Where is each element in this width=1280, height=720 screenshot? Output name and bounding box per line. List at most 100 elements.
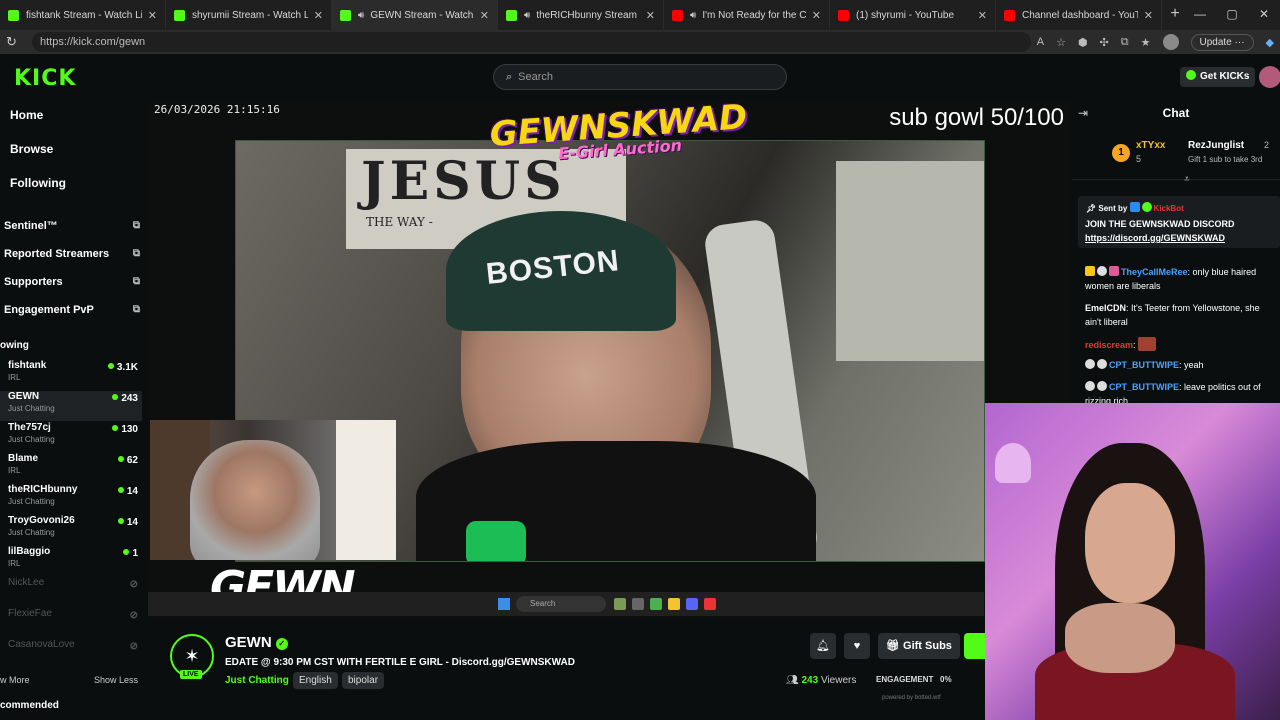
minimize-icon[interactable]: — bbox=[1184, 0, 1216, 30]
browser-tab[interactable]: (1) shyrumi - YouTube ✕ bbox=[830, 0, 996, 30]
stream-info-bar: ✶ LIVE GEWN ✓ EDATE @ 9:30 PM CST WITH FE… bbox=[148, 620, 988, 720]
favorites-icon[interactable]: ★ bbox=[1141, 36, 1151, 49]
close-tab-icon[interactable]: ✕ bbox=[812, 9, 821, 22]
pinned-link[interactable]: https://discord.gg/GEWNSKWAD bbox=[1085, 233, 1225, 243]
browser-tab[interactable]: 🔊︎ GEWN Stream - Watch Live on ✕ bbox=[332, 0, 498, 30]
url-field[interactable]: https://kick.com/gewn bbox=[32, 32, 1031, 52]
video-player[interactable]: 26/03/2026 21:15:16 sub gowl 50/100 JESU… bbox=[148, 97, 1070, 620]
show-less-button[interactable]: Show Less bbox=[94, 675, 138, 685]
user-avatar[interactable] bbox=[1259, 66, 1280, 88]
chat-username[interactable]: EmelCDN bbox=[1085, 303, 1126, 313]
sub-goal-text: sub gowl 50/100 bbox=[889, 104, 1064, 131]
sidebar-ext-reported[interactable]: Reported Streamers ⧉ bbox=[4, 248, 144, 260]
read-aloud-icon[interactable]: A bbox=[1037, 36, 1044, 48]
close-tab-icon[interactable]: ✕ bbox=[148, 9, 157, 22]
close-tab-icon[interactable]: ✕ bbox=[1144, 9, 1153, 22]
browser-tab[interactable]: 🔊︎ I'm Not Ready for the Change ✕ bbox=[664, 0, 830, 30]
channel-name[interactable]: GEWN ✓ bbox=[225, 634, 288, 651]
channel-name: NickLee bbox=[8, 577, 45, 588]
close-tab-icon[interactable]: ✕ bbox=[646, 9, 655, 22]
tab-title: Channel dashboard - YouTube Stu bbox=[1022, 9, 1138, 21]
taskbar-search-label: Search bbox=[530, 599, 556, 608]
browser-tab[interactable]: shyrumii Stream - Watch Live on K ✕ bbox=[166, 0, 332, 30]
gold-medal-icon: 1 bbox=[1112, 144, 1130, 162]
profile-avatar[interactable] bbox=[1162, 34, 1179, 50]
collections-icon[interactable]: ⧉ bbox=[1121, 36, 1129, 49]
notification-bell-icon[interactable]: 🔔︎ bbox=[810, 633, 836, 659]
category-link[interactable]: Just Chatting bbox=[225, 675, 289, 686]
sidebar-channel[interactable]: fishtank IRL 3.1K bbox=[0, 360, 142, 390]
chat-username[interactable]: CPT_BUTTWIPE bbox=[1109, 382, 1179, 392]
follow-heart-icon[interactable]: ♥ bbox=[844, 633, 870, 659]
sidebar-ext-supporters[interactable]: Supporters ⧉ bbox=[4, 276, 144, 288]
pinned-text: JOIN THE GEWNSKWAD DISCORD bbox=[1085, 219, 1235, 229]
chat-username[interactable]: TheyCallMeRee bbox=[1121, 267, 1188, 277]
sidebar-channel[interactable]: NickLee ⊘ bbox=[0, 577, 142, 607]
speaker-icon[interactable]: 🔊︎ bbox=[524, 10, 530, 21]
sidebar-channel[interactable]: CasanovaLove ⊘ bbox=[0, 639, 142, 669]
sidebar-channel[interactable]: FlexieFae ⊘ bbox=[0, 608, 142, 638]
update-button[interactable]: Update ··· bbox=[1190, 33, 1254, 51]
sidebar-channel[interactable]: GEWN Just Chatting 243 bbox=[0, 391, 142, 421]
close-tab-icon[interactable]: ✕ bbox=[978, 9, 987, 22]
browser-tab[interactable]: fishtank Stream - Watch Live on K ✕ bbox=[0, 0, 166, 30]
verified-badge-icon bbox=[1141, 202, 1152, 212]
gifter-1-name[interactable]: xTYxx bbox=[1136, 140, 1165, 151]
channel-viewers: 14 bbox=[117, 486, 138, 497]
gifter-2-name[interactable]: RezJunglist bbox=[1188, 140, 1244, 151]
search-input[interactable]: ⌕ Search bbox=[493, 64, 787, 90]
expand-chevron-icon[interactable]: ⩡ bbox=[1184, 174, 1190, 185]
search-placeholder: Search bbox=[518, 71, 554, 83]
sidebar-channel[interactable]: Blame IRL 62 bbox=[0, 453, 142, 483]
sidebar-following[interactable]: Following bbox=[10, 176, 66, 190]
sidebar-channel[interactable]: theRICHbunny Just Chatting 14 bbox=[0, 484, 142, 514]
copilot-icon[interactable]: ◆ bbox=[1266, 36, 1274, 49]
stream-title: EDATE @ 9:30 PM CST WITH FERTILE E GIRL … bbox=[225, 657, 575, 668]
speaker-icon[interactable]: 🔊︎ bbox=[358, 10, 364, 21]
favorite-star-icon[interactable]: ☆ bbox=[1056, 36, 1066, 49]
offline-icon: ⊘ bbox=[129, 610, 138, 621]
show-more-button[interactable]: w More bbox=[0, 675, 30, 685]
close-window-icon[interactable]: ✕ bbox=[1248, 0, 1280, 30]
sidebar-channel[interactable]: The757cj Just Chatting 130 bbox=[0, 422, 142, 452]
reload-icon[interactable]: ↻ bbox=[6, 34, 26, 50]
badge-icon bbox=[1097, 381, 1107, 391]
chat-username[interactable]: CPT_BUTTWIPE bbox=[1109, 360, 1179, 370]
channel-name: lilBaggio bbox=[8, 546, 51, 557]
kick-logo[interactable]: KICK bbox=[14, 66, 76, 91]
tag-bipolar[interactable]: bipolar bbox=[342, 672, 385, 689]
live-dot-icon bbox=[112, 425, 119, 431]
pinned-author[interactable]: KickBot bbox=[1154, 204, 1184, 213]
extension-icon[interactable]: ⬢ bbox=[1078, 36, 1088, 49]
get-kicks-button[interactable]: Get KICKs bbox=[1180, 67, 1256, 87]
maximize-icon[interactable]: ▢ bbox=[1216, 0, 1248, 30]
chat-text: yeah bbox=[1184, 360, 1204, 370]
viewer-number: 243 bbox=[121, 393, 138, 404]
facecam-overlay bbox=[985, 403, 1280, 720]
channel-name: CasanovaLove bbox=[8, 639, 75, 650]
tab-favicon-icon bbox=[8, 9, 19, 21]
tag-english[interactable]: English bbox=[293, 672, 338, 689]
browser-tab[interactable]: Channel dashboard - YouTube Stu ✕ bbox=[996, 0, 1162, 30]
sidebar-channel[interactable]: lilBaggio IRL 1 bbox=[0, 546, 142, 576]
taskbar-app-icon bbox=[614, 598, 626, 610]
puzzle-icon[interactable]: ✣ bbox=[1100, 36, 1109, 49]
sidebar-ext-engagement[interactable]: Engagement PvP ⧉ bbox=[4, 304, 144, 316]
sidebar-browse[interactable]: Browse bbox=[10, 142, 53, 156]
sidebar-channel[interactable]: TroyGovoni26 Just Chatting 14 bbox=[0, 515, 142, 545]
gift-subs-button[interactable]: 🎁︎ Gift Subs bbox=[878, 633, 960, 659]
browser-tab[interactable]: 🔊︎ theRICHbunny Stream - Watc ✕ bbox=[498, 0, 664, 30]
address-bar: ↻ https://kick.com/gewn A ☆ ⬢ ✣ ⧉ ★ Upda… bbox=[0, 30, 1280, 54]
ext-label: Engagement PvP bbox=[4, 304, 94, 316]
sidebar-ext-sentinel[interactable]: Sentinel™ ⧉ bbox=[4, 220, 144, 232]
channel-viewers: 14 bbox=[117, 517, 138, 528]
close-tab-icon[interactable]: ✕ bbox=[480, 9, 489, 22]
offline-icon: ⊘ bbox=[129, 579, 138, 590]
close-tab-icon[interactable]: ✕ bbox=[314, 9, 323, 22]
speaker-icon[interactable]: 🔊︎ bbox=[690, 10, 696, 21]
powered-by: powered by botted.wtf bbox=[882, 695, 941, 701]
sidebar-home[interactable]: Home bbox=[10, 108, 43, 122]
guest-person bbox=[190, 440, 320, 560]
ext-label: Supporters bbox=[4, 276, 63, 288]
chat-username[interactable]: rediscream bbox=[1085, 340, 1133, 350]
